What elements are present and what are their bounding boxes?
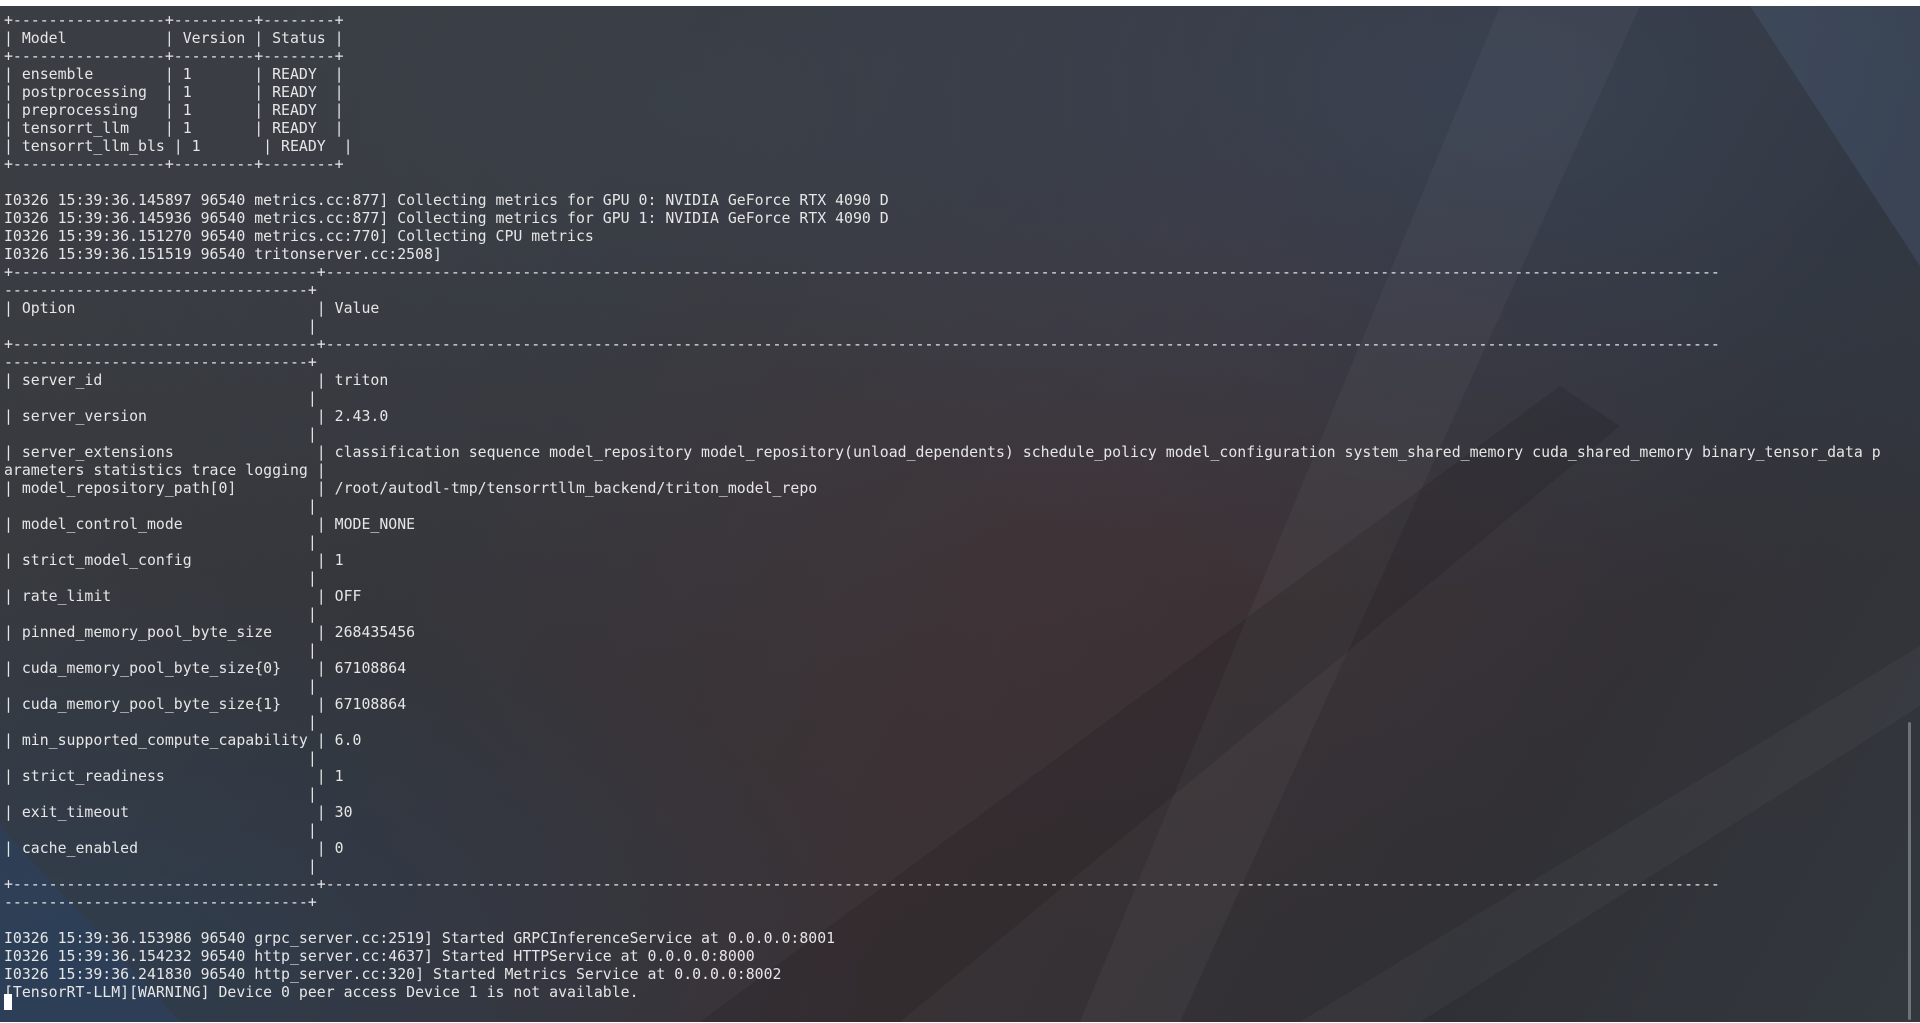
terminal-line: | cache_enabled | 0 [4, 839, 344, 857]
terminal-line: | tensorrt_llm | 1 | READY | [4, 119, 344, 137]
terminal-line: ----------------------------------+ [4, 353, 317, 371]
terminal-line: I0326 15:39:36.145897 96540 metrics.cc:8… [4, 191, 889, 209]
terminal-line: | server_id | triton [4, 371, 389, 389]
terminal-line: | [4, 857, 317, 875]
terminal-line: | [4, 605, 317, 623]
terminal-line: | postprocessing | 1 | READY | [4, 83, 344, 101]
terminal-line: +----------------------------------+----… [4, 875, 1720, 893]
terminal-line: | [4, 641, 317, 659]
terminal-line: arameters statistics trace logging | [4, 461, 326, 479]
terminal-line: | server_version | 2.43.0 [4, 407, 389, 425]
terminal-line: [TensorRT-LLM][WARNING] Device 0 peer ac… [4, 983, 639, 1001]
terminal-line: | [4, 749, 317, 767]
terminal-line: | strict_readiness | 1 [4, 767, 344, 785]
terminal-line: | cuda_memory_pool_byte_size{1} | 671088… [4, 695, 407, 713]
terminal-line: | pinned_memory_pool_byte_size | 2684354… [4, 623, 416, 641]
terminal-line: | exit_timeout | 30 [4, 803, 353, 821]
terminal-line: | preprocessing | 1 | READY | [4, 101, 344, 119]
terminal-line: | [4, 497, 317, 515]
terminal-line: I0326 15:39:36.145936 96540 metrics.cc:8… [4, 209, 889, 227]
terminal-line: | [4, 569, 317, 587]
terminal-line: +-----------------+---------+--------+ [4, 47, 344, 65]
scrollbar-thumb[interactable] [1908, 722, 1911, 1020]
terminal-line: | min_supported_compute_capability | 6.0 [4, 731, 362, 749]
terminal-line: | [4, 317, 317, 335]
terminal-line: I0326 15:39:36.151270 96540 metrics.cc:7… [4, 227, 594, 245]
terminal-line: ----------------------------------+ [4, 281, 317, 299]
terminal-line: | cuda_memory_pool_byte_size{0} | 671088… [4, 659, 407, 677]
terminal-line: | server_extensions | classification seq… [4, 443, 1881, 461]
terminal-line: | [4, 821, 317, 839]
terminal-output: +-----------------+---------+--------+ | … [4, 11, 1881, 1001]
terminal-line: | [4, 785, 317, 803]
terminal-line: +-----------------+---------+--------+ [4, 155, 344, 173]
terminal-line: I0326 15:39:36.241830 96540 http_server.… [4, 965, 782, 983]
terminal-line: | [4, 677, 317, 695]
terminal-line: I0326 15:39:36.154232 96540 http_server.… [4, 947, 755, 965]
terminal-line: | model_repository_path[0] | /root/autod… [4, 479, 818, 497]
terminal-line: ----------------------------------+ [4, 893, 317, 911]
terminal-window[interactable]: +-----------------+---------+--------+ | … [0, 6, 1900, 1022]
terminal-line: | rate_limit | OFF [4, 587, 362, 605]
screen: +-----------------+---------+--------+ | … [0, 0, 1920, 1023]
terminal-line: | model_control_mode | MODE_NONE [4, 515, 416, 533]
terminal-line: +----------------------------------+----… [4, 335, 1720, 353]
terminal-line: +----------------------------------+----… [4, 263, 1720, 281]
terminal-line: | tensorrt_llm_bls | 1 | READY | [4, 137, 353, 155]
terminal-line: | Option | Value [4, 299, 380, 317]
terminal-line: +-----------------+---------+--------+ [4, 11, 344, 29]
terminal-line: | Model | Version | Status | [4, 29, 344, 47]
terminal-line: | [4, 389, 317, 407]
terminal-line: | [4, 713, 317, 731]
block-cursor-icon [4, 994, 12, 1010]
terminal-line: I0326 15:39:36.153986 96540 grpc_server.… [4, 929, 836, 947]
terminal-line: | strict_model_config | 1 [4, 551, 344, 569]
terminal-line: I0326 15:39:36.151519 96540 tritonserver… [4, 245, 442, 263]
terminal-line: | ensemble | 1 | READY | [4, 65, 344, 83]
terminal-line: | [4, 425, 317, 443]
terminal-line: | [4, 533, 317, 551]
